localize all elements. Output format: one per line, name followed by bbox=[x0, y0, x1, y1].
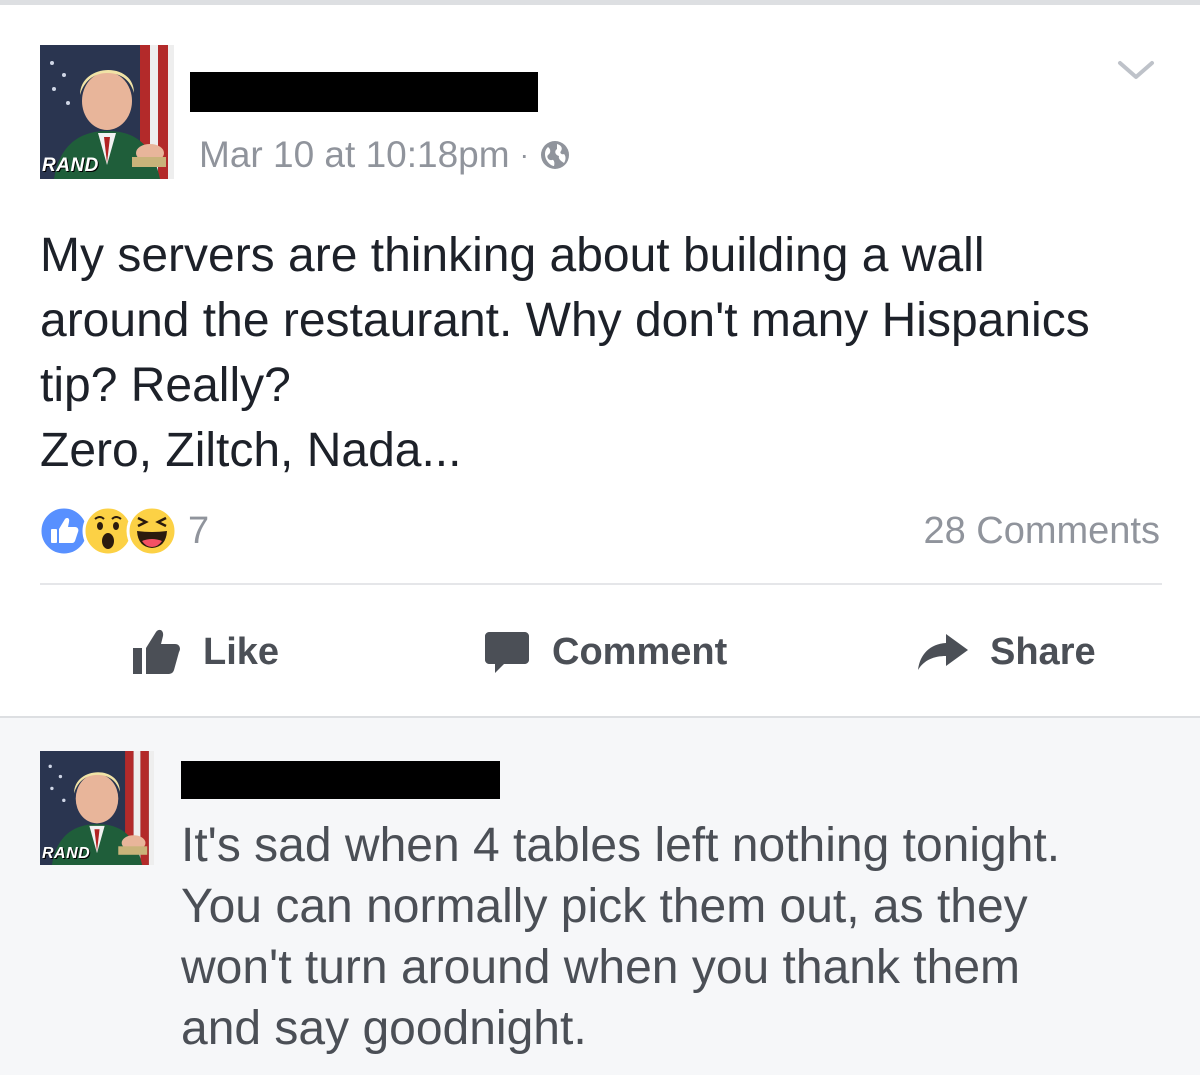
post-text: My servers are thinking about building a… bbox=[40, 223, 1180, 483]
comment-section: RAND It's sad when 4 tables left nothing… bbox=[0, 716, 1200, 1075]
share-arrow-icon bbox=[918, 634, 968, 670]
chevron-down-icon[interactable] bbox=[1116, 55, 1156, 85]
like-button[interactable]: Like bbox=[131, 617, 279, 687]
comment-text: It's sad when 4 tables left nothing toni… bbox=[181, 815, 1181, 1059]
post-text-line: My servers are thinking about building a… bbox=[40, 229, 985, 282]
author-avatar[interactable]: RAND bbox=[40, 45, 174, 179]
post-card: RAND Mar 10 at 10:18pm · My servers are … bbox=[0, 5, 1200, 716]
comment-text-line: It's sad when 4 tables left nothing toni… bbox=[181, 819, 1061, 872]
comment-button[interactable]: Comment bbox=[484, 617, 727, 687]
redacted-author-name bbox=[190, 72, 538, 112]
meta-separator: · bbox=[519, 139, 529, 170]
comment-text-line: and say goodnight. bbox=[181, 1002, 587, 1055]
post-meta: Mar 10 at 10:18pm · bbox=[199, 133, 571, 177]
reactions-summary[interactable]: 7 bbox=[38, 505, 209, 557]
avatar-badge: RAND bbox=[42, 155, 99, 176]
commenter-avatar[interactable]: RAND bbox=[40, 751, 154, 865]
action-bar: Like Comment Share bbox=[0, 617, 1200, 687]
thumbs-up-icon bbox=[133, 629, 180, 674]
like-label: Like bbox=[203, 630, 280, 673]
reaction-count: 7 bbox=[188, 509, 210, 552]
post-text-line: tip? Really? bbox=[40, 359, 291, 412]
post-timestamp[interactable]: Mar 10 at 10:18pm bbox=[199, 134, 510, 176]
redacted-commenter-name bbox=[181, 761, 500, 799]
post-text-line: around the restaurant. Why don't many Hi… bbox=[40, 294, 1090, 347]
share-label: Share bbox=[990, 630, 1096, 673]
divider bbox=[40, 583, 1162, 585]
comment-bubble-icon bbox=[485, 632, 529, 673]
avatar-badge: RAND bbox=[42, 845, 91, 862]
comment-label: Comment bbox=[552, 630, 728, 673]
globe-icon bbox=[540, 141, 569, 169]
comments-count-link[interactable]: 28 Comments bbox=[923, 505, 1160, 557]
haha-reaction-icon bbox=[126, 505, 178, 557]
comment-text-line: won't turn around when you thank them bbox=[181, 941, 1021, 994]
share-button[interactable]: Share bbox=[916, 617, 1096, 687]
comment-text-line: You can normally pick them out, as they bbox=[181, 880, 1028, 933]
post-text-line: Zero, Ziltch, Nada... bbox=[40, 424, 462, 477]
